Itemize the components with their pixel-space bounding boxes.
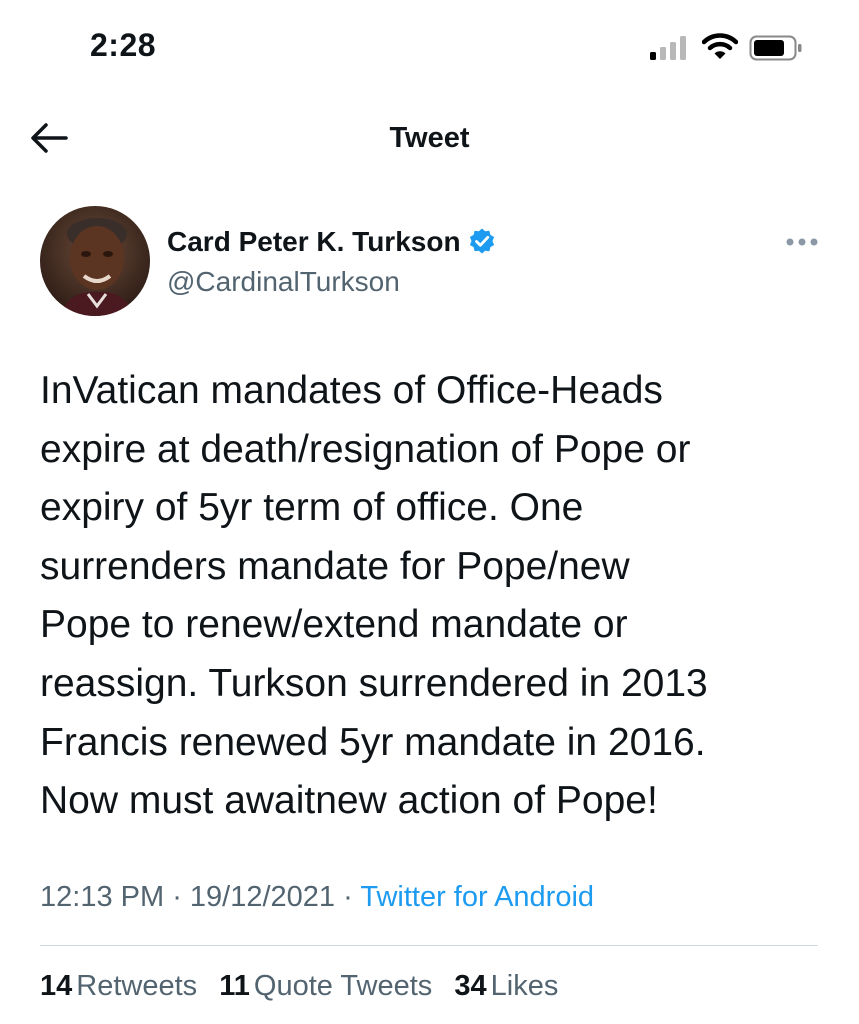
quote-tweets-count: 11 <box>219 970 250 1002</box>
tweet-author: Card Peter K. Turkson @CardinalTurkson <box>40 206 840 318</box>
meta-separator: · <box>335 881 361 913</box>
tweet-source-link[interactable]: Twitter for Android <box>360 881 594 913</box>
tweet-meta: 12:13 PM · 19/12/2021 · Twitter for Andr… <box>40 881 594 914</box>
tweet-time: 12:13 PM <box>40 881 165 913</box>
more-options-icon <box>786 238 818 246</box>
tweet-text-line: surrenders mandate for Pope/new <box>40 544 630 588</box>
tweet-date: 19/12/2021 <box>189 881 336 913</box>
cellular-signal-icon <box>650 36 686 60</box>
retweets-label: Retweets <box>76 970 198 1002</box>
tweet-stats: 14 Retweets 11 Quote Tweets 34 Likes <box>40 970 572 1003</box>
tweet-text-line: Francis renewed 5yr mandate in 2016. <box>40 720 706 764</box>
tweet-text-line: expire at death/resignation of Pope or <box>40 427 691 471</box>
page-title: Tweet <box>389 122 470 154</box>
wifi-icon <box>702 33 738 59</box>
divider <box>40 945 818 946</box>
likes-count: 34 <box>454 970 487 1002</box>
battery-icon <box>749 35 802 61</box>
verified-badge-icon <box>469 228 494 254</box>
status-time: 2:28 <box>90 27 157 63</box>
likes-stat[interactable]: 34 Likes <box>454 970 558 1003</box>
author-name[interactable]: Card Peter K. Turkson <box>167 226 461 258</box>
likes-label: Likes <box>490 970 559 1002</box>
status-bar: 2:28 <box>0 0 859 96</box>
author-handle[interactable]: @CardinalTurkson <box>167 266 400 298</box>
tweet-text-line: InVatican mandates of Office-Heads <box>40 369 663 412</box>
nav-bar: Tweet <box>0 104 859 172</box>
quote-tweets-stat[interactable]: 11 Quote Tweets <box>219 970 432 1003</box>
tweet-text-line: Pope to renew/extend mandate or <box>40 603 628 647</box>
quote-tweets-label: Quote Tweets <box>253 970 433 1002</box>
avatar[interactable] <box>40 206 150 316</box>
more-options-button[interactable] <box>784 236 820 248</box>
retweets-stat[interactable]: 14 Retweets <box>40 970 197 1003</box>
tweet-text-line: Now must awaitnew action of Pope! <box>40 779 658 823</box>
meta-separator: · <box>164 881 190 913</box>
tweet-text-line: expiry of 5yr term of office. One <box>40 486 584 530</box>
retweets-count: 14 <box>40 970 73 1002</box>
author-name-row: Card Peter K. Turkson <box>167 226 497 258</box>
tweet-text-line: reassign. Turkson surrendered in 2013 <box>40 661 708 705</box>
tweet-text: InVatican mandates of Office-Heads expir… <box>40 362 830 831</box>
